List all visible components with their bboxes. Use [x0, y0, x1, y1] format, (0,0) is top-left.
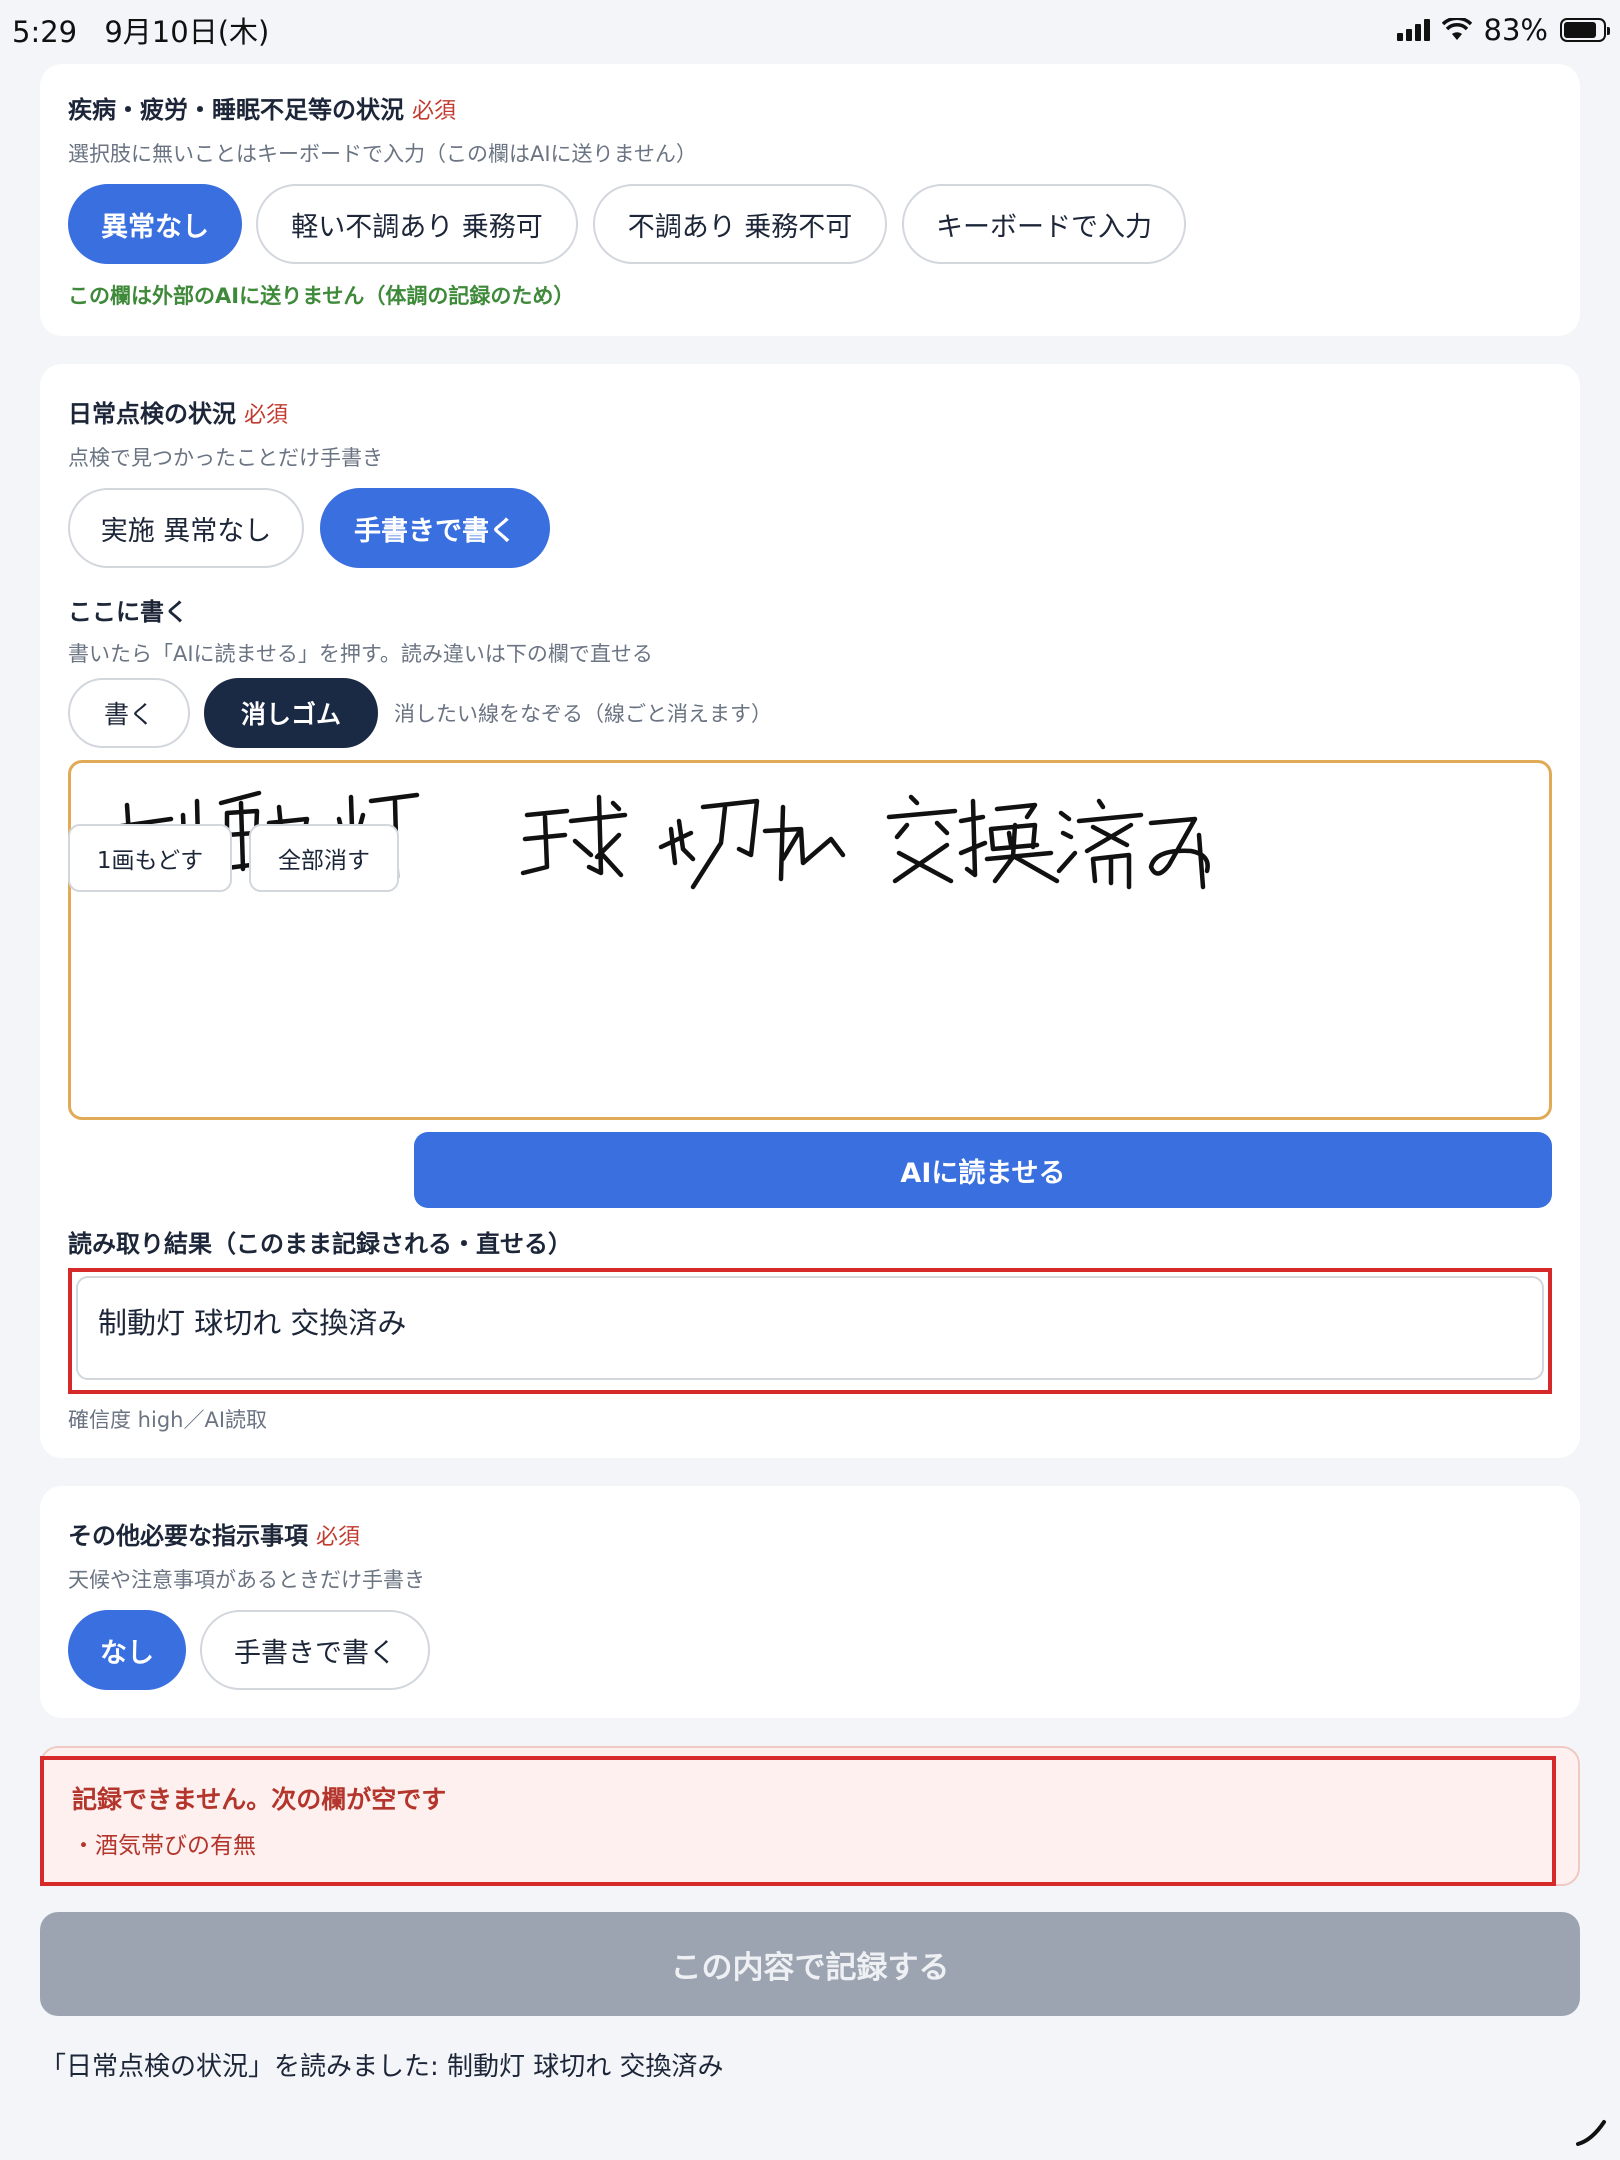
- status-left: 5:29 9月10日(木): [12, 9, 269, 51]
- error-highlight: 記録できません。次の欄が空です ・酒気帯びの有無: [40, 1756, 1556, 1886]
- pencil-indicator-icon: [1576, 2120, 1606, 2146]
- status-date: 9月10日(木): [104, 15, 270, 49]
- field-hint-inspection: 点検で見つかったことだけ手書き: [68, 446, 383, 470]
- required-badge: 必須: [244, 403, 289, 428]
- confidence-text: 確信度 high／AI読取: [68, 1408, 268, 1432]
- result-highlight: 制動灯 球切れ 交換済み: [68, 1268, 1552, 1394]
- field-label-health: 疾病・疲労・睡眠不足等の状況 必須: [68, 90, 456, 125]
- card-other-instructions: その他必要な指示事項 必須 天候や注意事項があるときだけ手書き なし 手書きで書く: [40, 1486, 1580, 1718]
- field-label-instructions: その他必要な指示事項 必須: [68, 1516, 360, 1551]
- option-keyboard-input[interactable]: キーボードで入力: [902, 184, 1186, 264]
- option-handwrite[interactable]: 手書きで書く: [320, 488, 550, 568]
- handwriting-canvas[interactable]: [68, 760, 1552, 1120]
- option-handwrite-instructions[interactable]: 手書きで書く: [200, 1610, 430, 1690]
- battery-icon: [1560, 18, 1610, 42]
- field-hint-instructions: 天候や注意事項があるときだけ手書き: [68, 1568, 425, 1592]
- option-done-no-abnormality[interactable]: 実施 異常なし: [68, 488, 304, 568]
- tool-eraser-button[interactable]: 消しゴム: [204, 678, 378, 748]
- option-none[interactable]: なし: [68, 1610, 186, 1690]
- status-time: 5:29: [12, 15, 78, 49]
- required-badge: 必須: [316, 1525, 361, 1550]
- card-health-status: 疾病・疲労・睡眠不足等の状況 必須 選択肢に無いことはキーボードで入力（この欄はA…: [40, 64, 1580, 336]
- status-bar: 5:29 9月10日(木) 83%: [0, 0, 1620, 60]
- error-title: 記録できません。次の欄が空です: [72, 1785, 447, 1814]
- status-message: 「日常点検の状況」を読みました: 制動灯 球切れ 交換済み: [40, 2052, 724, 2082]
- field-label-text: 日常点検の状況: [68, 400, 236, 428]
- result-label: 読み取り結果（このまま記録される・直せる）: [68, 1230, 572, 1258]
- field-label-text: その他必要な指示事項: [68, 1522, 308, 1550]
- field-label-text: 疾病・疲労・睡眠不足等の状況: [68, 96, 404, 124]
- wifi-icon: [1441, 18, 1472, 40]
- tool-hint: 消したい線をなぞる（線ごと消えます）: [394, 702, 772, 726]
- canvas-label: ここに書く: [68, 598, 188, 626]
- ai-read-button[interactable]: AIに読ませる: [414, 1132, 1552, 1208]
- cellular-signal-icon: [1396, 19, 1430, 41]
- field-label-inspection: 日常点検の状況 必須: [68, 394, 288, 429]
- result-input[interactable]: 制動灯 球切れ 交換済み: [76, 1276, 1544, 1380]
- battery-percent: 83%: [1483, 13, 1548, 47]
- submit-record-button[interactable]: この内容で記録する: [40, 1912, 1580, 2016]
- tool-pen-button[interactable]: 書く: [68, 678, 190, 748]
- canvas-hint: 書いたら「AIに読ませる」を押す。読み違いは下の欄で直せる: [68, 642, 653, 666]
- option-unfit[interactable]: 不調あり 乗務不可: [593, 184, 887, 264]
- card-daily-inspection: 日常点検の状況 必須 点検で見つかったことだけ手書き 実施 異常なし 手書きで書く…: [40, 364, 1580, 1458]
- error-missing-field: ・酒気帯びの有無: [72, 1833, 256, 1859]
- option-no-abnormality[interactable]: 異常なし: [68, 184, 242, 264]
- clear-all-button[interactable]: 全部消す: [249, 824, 399, 892]
- option-minor-ok[interactable]: 軽い不調あり 乗務可: [256, 184, 578, 264]
- required-badge: 必須: [412, 99, 457, 124]
- field-hint-health: 選択肢に無いことはキーボードで入力（この欄はAIに送りません）: [68, 142, 697, 166]
- status-right: 83%: [1396, 13, 1610, 47]
- privacy-note: この欄は外部のAIに送りません（体調の記録のため）: [68, 284, 575, 308]
- handwriting-strokes: [108, 790, 1210, 890]
- undo-stroke-button[interactable]: 1画もどす: [68, 824, 232, 892]
